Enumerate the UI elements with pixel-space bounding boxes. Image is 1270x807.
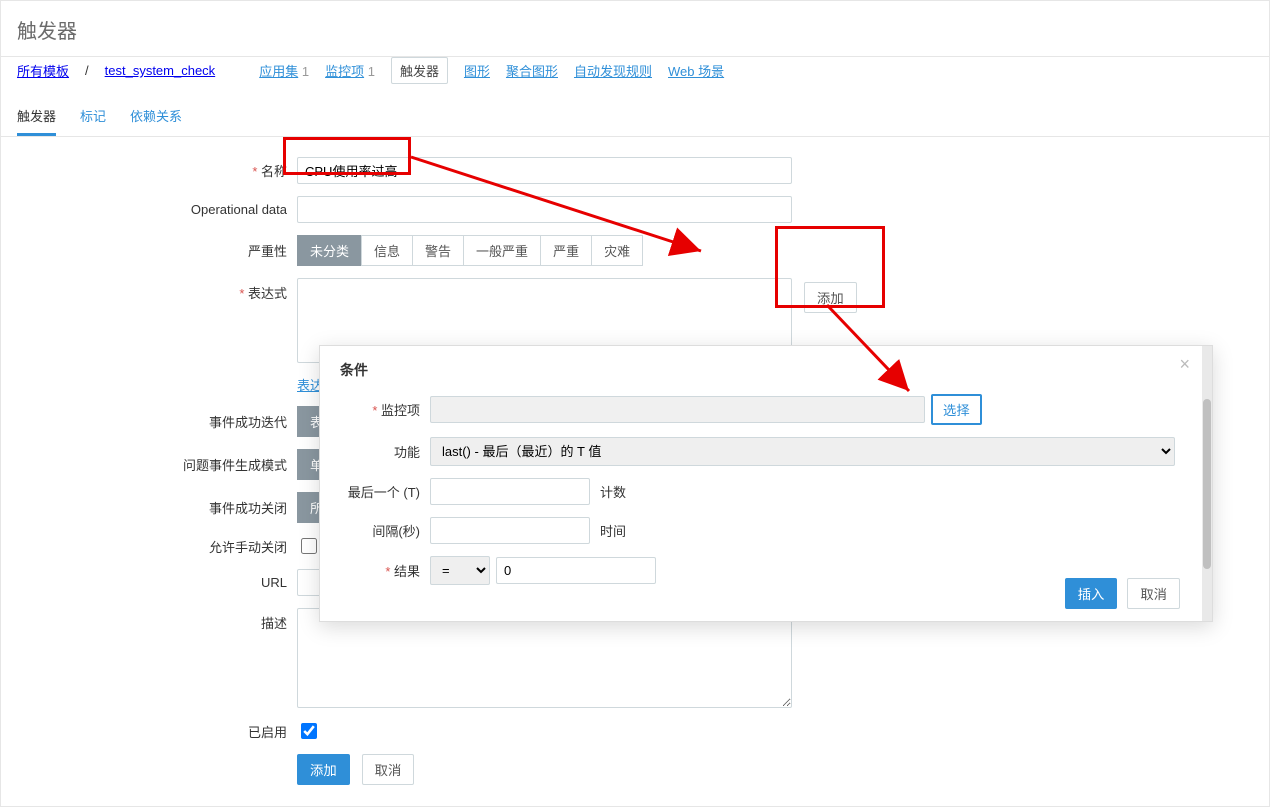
ok-iter-label: 事件成功迭代 [17,412,297,431]
enabled-label: 已启用 [17,722,297,741]
modal-interval-label: 间隔(秒) [340,521,430,540]
severity-opt-3[interactable]: 一般严重 [463,235,541,266]
nav-web[interactable]: Web 场景 [668,61,724,80]
tab-deps[interactable]: 依赖关系 [130,100,182,136]
opdata-label: Operational data [17,202,297,217]
url-label: URL [17,575,297,590]
name-label: 名称 [17,161,297,180]
breadcrumb-template[interactable]: test_system_check [105,63,216,78]
severity-opt-2[interactable]: 警告 [412,235,464,266]
sub-tabs: 触发器 标记 依赖关系 [1,92,1269,137]
expr-add-button[interactable]: 添加 [804,282,857,313]
nav-discovery[interactable]: 自动发现规则 [574,61,652,80]
opdata-input[interactable] [297,196,792,223]
submit-button[interactable]: 添加 [297,754,350,785]
tab-trigger[interactable]: 触发器 [17,100,56,136]
severity-opt-1[interactable]: 信息 [361,235,413,266]
nav-items[interactable]: 监控项 1 [325,61,375,80]
manual-close-checkbox[interactable] [301,538,317,554]
page-title: 触发器 [1,1,1269,56]
severity-opt-4[interactable]: 严重 [540,235,592,266]
condition-dialog: × 条件 监控项 选择 功能 last() - 最后（最近）的 T 值 最后一个… [319,345,1213,622]
modal-interval-suffix: 时间 [600,521,626,540]
breadcrumb-all-templates[interactable]: 所有模板 [17,61,69,80]
modal-item-label: 监控项 [340,400,430,419]
modal-scrollbar[interactable] [1202,346,1212,621]
modal-last-input[interactable] [430,478,590,505]
modal-interval-input[interactable] [430,517,590,544]
modal-func-select[interactable]: last() - 最后（最近）的 T 值 [430,437,1175,466]
modal-result-op-select[interactable]: = [430,556,490,585]
expr-label: 表达式 [17,278,297,302]
desc-label: 描述 [17,608,297,632]
manual-close-label: 允许手动关闭 [17,537,297,556]
name-input[interactable] [297,157,792,184]
modal-result-label: 结果 [340,561,430,580]
breadcrumb-nav: 所有模板 / test_system_check 应用集 1 监控项 1 触发器… [1,57,1269,92]
nav-appset[interactable]: 应用集 1 [259,61,309,80]
severity-segmented: 未分类 信息 警告 一般严重 严重 灾难 [297,235,643,266]
modal-cancel-button[interactable]: 取消 [1127,578,1180,609]
dialog-title: 条件 [340,360,1182,380]
severity-opt-0[interactable]: 未分类 [297,235,362,266]
modal-last-suffix: 计数 [600,482,626,501]
modal-last-label: 最后一个 (T) [340,482,430,501]
breadcrumb-sep: / [85,63,89,78]
modal-func-label: 功能 [340,442,430,461]
severity-label: 严重性 [17,241,297,260]
modal-item-input [430,396,925,423]
tab-tags[interactable]: 标记 [80,100,106,136]
close-icon[interactable]: × [1179,354,1190,375]
nav-agg-graphs[interactable]: 聚合图形 [506,61,558,80]
modal-insert-button[interactable]: 插入 [1065,578,1118,609]
cancel-button[interactable]: 取消 [362,754,415,785]
modal-select-button[interactable]: 选择 [931,394,982,425]
nav-graphs[interactable]: 图形 [464,61,490,80]
nav-triggers[interactable]: 触发器 [391,57,448,84]
modal-result-input[interactable] [496,557,656,584]
gen-mode-label: 问题事件生成模式 [17,455,297,474]
desc-textarea[interactable] [297,608,792,708]
severity-opt-5[interactable]: 灾难 [591,235,643,266]
enabled-checkbox[interactable] [301,723,317,739]
ok-close-label: 事件成功关闭 [17,498,297,517]
